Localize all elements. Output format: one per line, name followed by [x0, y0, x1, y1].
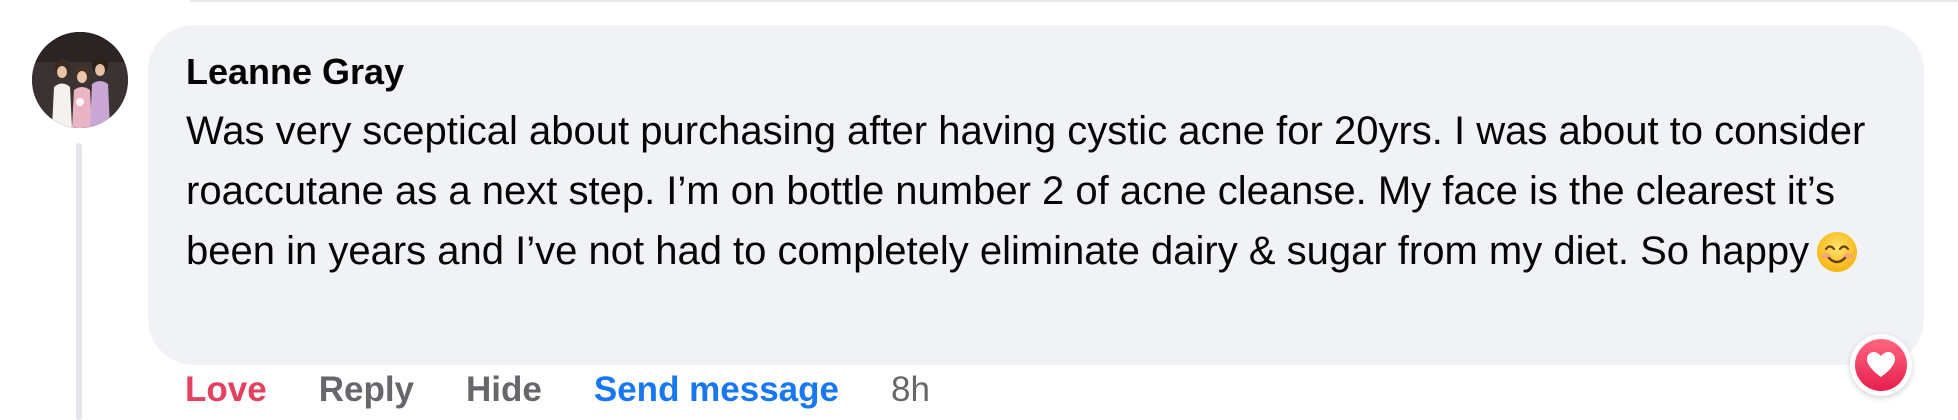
send-message-action[interactable]: Send message	[594, 370, 839, 410]
reply-action[interactable]: Reply	[319, 370, 414, 410]
smiling-face-with-smiling-eyes-icon	[1815, 230, 1859, 291]
reaction-badge[interactable]	[1850, 334, 1912, 396]
hide-action[interactable]: Hide	[466, 370, 542, 410]
avatar[interactable]	[32, 32, 128, 128]
comment-text: Was very sceptical about purchasing afte…	[186, 109, 1866, 273]
top-divider	[190, 0, 1958, 2]
comment-timestamp[interactable]: 8h	[891, 370, 930, 410]
comment-author[interactable]: Leanne Gray	[186, 51, 1888, 93]
heart-icon	[1855, 339, 1907, 391]
comment-bubble: Leanne Gray Was very sceptical about pur…	[148, 25, 1924, 365]
comment-body: Was very sceptical about purchasing afte…	[186, 101, 1886, 291]
love-action[interactable]: Love	[185, 370, 267, 410]
thread-line	[76, 143, 82, 420]
comment-actions: Love Reply Hide Send message 8h	[185, 368, 982, 412]
avatar-photo	[32, 32, 128, 128]
